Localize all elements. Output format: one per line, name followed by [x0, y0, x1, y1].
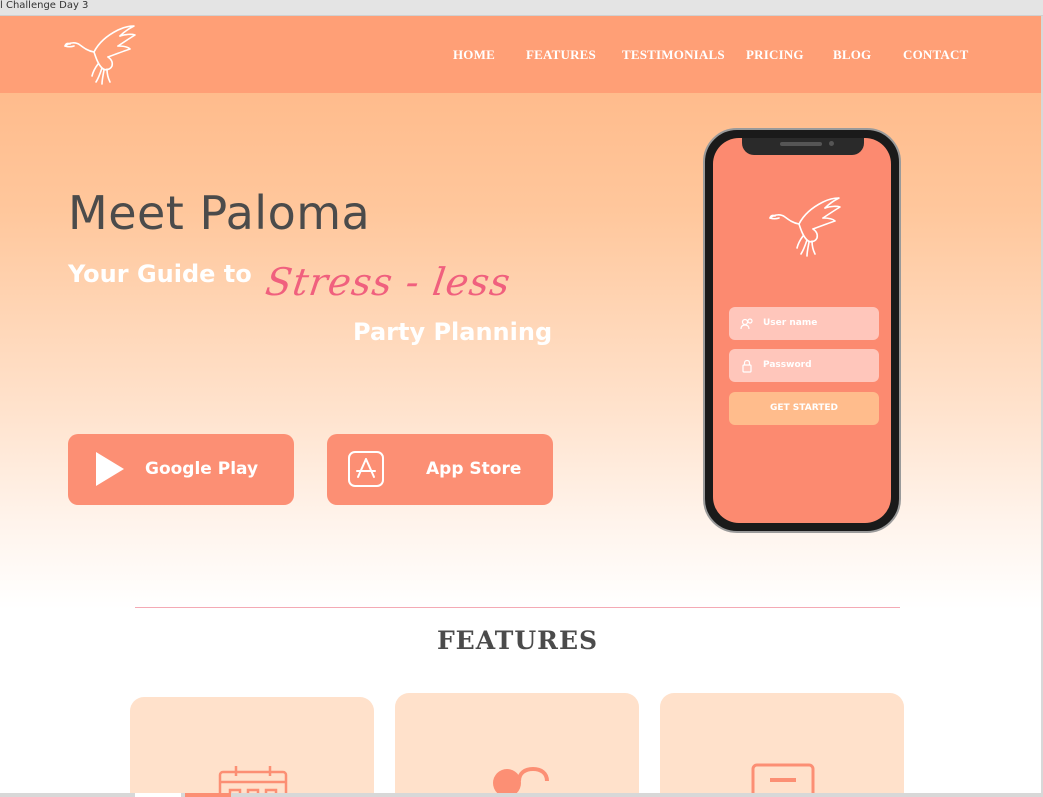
get-started-button[interactable]: GET STARTED [729, 392, 879, 425]
nav-testimonials[interactable]: TESTIMONIALS [622, 47, 725, 63]
phone-screen: User name Password GET STARTED [713, 138, 891, 523]
browser-tab-title[interactable]: l Challenge Day 3 [0, 0, 88, 12]
section-divider [135, 607, 900, 608]
dove-icon [769, 197, 841, 257]
hero-subtitle-script: Stress - less [262, 260, 514, 304]
nav-pricing[interactable]: PRICING [746, 47, 804, 63]
features-heading: FEATURES [436, 626, 599, 655]
dove-icon[interactable] [62, 24, 138, 86]
username-field[interactable]: User name [729, 307, 879, 340]
phone-notch [742, 138, 864, 155]
hero-subtitle-part1: Your Guide to [68, 260, 252, 288]
nav-contact[interactable]: CONTACT [903, 47, 968, 63]
lock-icon [742, 359, 752, 373]
play-icon [96, 452, 124, 486]
hero-title: Meet Paloma [68, 186, 371, 240]
nav-blog[interactable]: BLOG [833, 47, 871, 63]
feature-card-3[interactable] [660, 693, 904, 797]
browser-tab-bar: l Challenge Day 3 [0, 0, 1043, 16]
password-placeholder: Password [763, 360, 812, 370]
nav-home[interactable]: HOME [453, 47, 495, 63]
phone-mockup: User name Password GET STARTED [703, 128, 901, 533]
app-store-button[interactable]: App Store [327, 434, 553, 505]
password-field[interactable]: Password [729, 349, 879, 382]
app-store-label: App Store [426, 459, 522, 479]
username-placeholder: User name [763, 318, 818, 328]
list-icon [751, 763, 815, 797]
hero-subtitle-part2: Party Planning [353, 318, 553, 346]
scrollbar-track[interactable] [0, 793, 1043, 797]
user-icon [740, 318, 753, 330]
feature-card-1[interactable] [130, 697, 374, 797]
nav-features[interactable]: FEATURES [526, 47, 596, 63]
google-play-label: Google Play [145, 459, 259, 479]
feature-card-2[interactable] [395, 693, 639, 797]
app-store-icon [348, 451, 384, 487]
google-play-button[interactable]: Google Play [68, 434, 294, 505]
navbar: HOME FEATURES TESTIMONIALS PRICING BLOG … [0, 16, 1043, 93]
landing-page: HOME FEATURES TESTIMONIALS PRICING BLOG … [0, 16, 1043, 797]
